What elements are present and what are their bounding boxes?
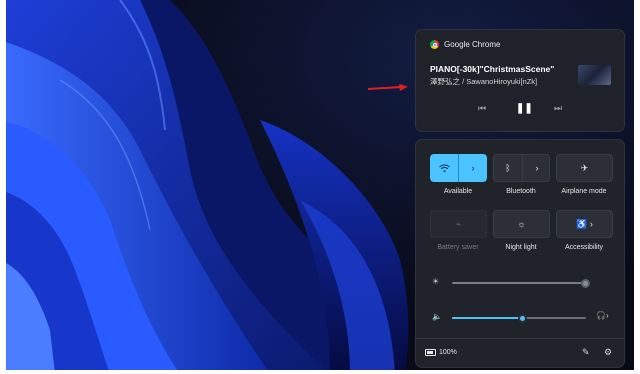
wifi-tile-label: Available (443, 188, 473, 195)
volume-slider-thumb[interactable] (518, 313, 527, 323)
battery-status[interactable]: 100% (425, 349, 457, 356)
quick-settings-panel: › Available ᛒ › Bluetooth ✈ Airplane mod… (415, 139, 625, 368)
media-thumbnail (578, 65, 611, 85)
pencil-icon[interactable]: ✎ (582, 347, 590, 358)
quick-settings-footer: 100% ✎ ⚙ (416, 338, 624, 369)
volume-slider-fill (452, 317, 522, 319)
airplane-icon: ✈ (580, 162, 589, 173)
brightness-slider-thumb[interactable] (581, 278, 590, 288)
annotation-arrow (368, 84, 408, 91)
media-track-artist: 澤野弘之 / SawanoHiroyuki[nZk] (430, 77, 538, 86)
chrome-icon (430, 40, 439, 49)
battery-icon (425, 349, 436, 356)
accessibility-tile-label: Accessibility (564, 244, 604, 251)
battery-saver-icon: ⌁ (455, 218, 462, 229)
accessibility-icon: ♿ › (576, 218, 593, 229)
accessibility-tile[interactable]: ♿ › (556, 210, 613, 238)
airplane-mode-tile[interactable]: ✈ (556, 154, 613, 182)
wifi-tile[interactable]: › (430, 154, 487, 182)
battery-saver-tile[interactable]: ⌁ (430, 210, 487, 238)
media-control-panel: Google Chrome PIANO[-30k]"ChristmasScene… (415, 29, 625, 132)
bluetooth-expand-chevron-icon[interactable]: › (523, 155, 551, 181)
pause-icon[interactable]: ❚❚ (516, 103, 533, 114)
battery-percent: 100% (439, 349, 457, 356)
media-app-name: Google Chrome (444, 40, 501, 49)
night-light-icon: ☼ (517, 219, 526, 229)
speaker-icon[interactable]: 🔈 (432, 312, 442, 321)
headphones-icon[interactable]: 🎧› (596, 311, 609, 320)
bluetooth-tile-label: Bluetooth (506, 188, 536, 195)
battery-saver-tile-label: Battery saver (437, 244, 479, 251)
volume-slider[interactable] (452, 313, 586, 323)
brightness-slider[interactable] (452, 278, 590, 288)
media-track-title: PIANO[-30k]"ChristmasScene" (430, 64, 555, 74)
night-light-tile-label: Night light (505, 244, 537, 251)
night-light-tile[interactable]: ☼ (493, 210, 550, 238)
next-track-icon[interactable]: ⏭ (554, 103, 562, 114)
gear-icon[interactable]: ⚙ (604, 347, 612, 358)
brightness-icon: ☀ (432, 277, 440, 286)
airplane-mode-tile-label: Airplane mode (561, 188, 607, 195)
bluetooth-tile[interactable]: ᛒ › (493, 154, 550, 182)
media-app-header: Google Chrome (430, 40, 500, 49)
wifi-expand-chevron-icon[interactable]: › (459, 154, 487, 182)
bluetooth-icon[interactable]: ᛒ (494, 155, 522, 181)
previous-track-icon[interactable]: ⏮ (478, 103, 486, 114)
wifi-icon[interactable] (430, 154, 458, 182)
